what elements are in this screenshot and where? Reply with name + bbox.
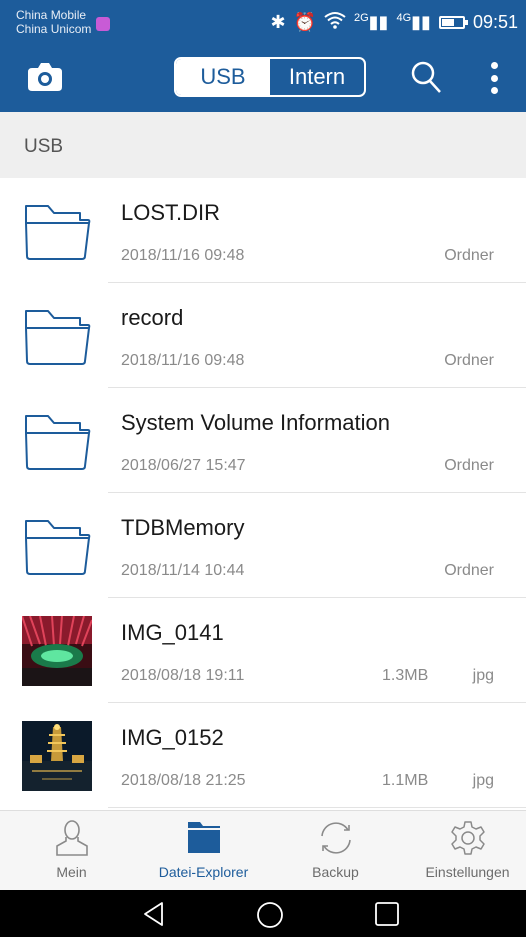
tab-usb[interactable]: USB xyxy=(176,59,270,95)
nav-einstellungen[interactable]: Einstellungen xyxy=(402,811,526,891)
file-name: record xyxy=(121,305,184,330)
alarm-icon: ⏰ xyxy=(293,12,316,32)
list-item[interactable]: IMG_0152 2018/08/18 21:25 1.1MB jpg xyxy=(0,703,526,808)
carrier-2: China Unicom xyxy=(16,22,92,36)
tab-intern[interactable]: Intern xyxy=(270,59,364,95)
current-path[interactable]: USB xyxy=(24,136,63,158)
person-icon xyxy=(55,820,88,856)
file-type: Ordner xyxy=(444,562,494,579)
signal-2g-icon: 2G▮▮ xyxy=(353,12,389,32)
file-name: System Volume Information xyxy=(121,410,391,435)
sim-icon xyxy=(96,17,110,31)
file-size: 1.1MB xyxy=(382,772,429,789)
folder-icon xyxy=(25,415,91,470)
carrier-info: China Mobile China Unicom xyxy=(16,8,91,36)
file-name: IMG_0141 xyxy=(121,620,224,645)
nav-label: Datei-Explorer xyxy=(158,864,249,880)
file-type: jpg xyxy=(472,667,494,684)
search-icon[interactable] xyxy=(410,60,442,94)
carrier-1: China Mobile xyxy=(16,8,87,22)
recents-icon[interactable] xyxy=(374,901,400,927)
clock: 09:51 xyxy=(472,12,518,32)
nav-backup[interactable]: Backup xyxy=(270,811,401,891)
list-item[interactable]: LOST.DIR 2018/11/16 09:48 Ordner xyxy=(0,178,526,283)
file-name: LOST.DIR xyxy=(121,200,221,225)
image-thumbnail xyxy=(22,616,92,686)
folder-icon xyxy=(187,822,220,853)
file-name: IMG_0152 xyxy=(121,725,224,750)
home-icon[interactable] xyxy=(256,901,284,929)
path-bar: USB xyxy=(0,112,526,178)
wifi-icon xyxy=(324,11,346,34)
nav-mein[interactable]: Mein xyxy=(6,811,137,891)
image-thumbnail xyxy=(22,721,92,791)
back-icon[interactable] xyxy=(141,901,167,927)
file-date: 2018/11/14 10:44 xyxy=(121,562,245,579)
folder-icon xyxy=(25,520,91,575)
battery-icon xyxy=(438,16,468,29)
folder-icon xyxy=(25,205,91,260)
nav-datei-explorer[interactable]: Datei-Explorer xyxy=(138,811,269,891)
status-bar: China Mobile China Unicom ✱ ⏰ 2G▮▮ 4G▮▮ … xyxy=(0,0,526,46)
file-date: 2018/11/16 09:48 xyxy=(121,247,245,264)
file-type: Ordner xyxy=(444,352,494,369)
signal-4g-icon: 4G▮▮ xyxy=(396,12,431,32)
nav-label: Einstellungen xyxy=(425,864,510,880)
gear-icon xyxy=(450,821,485,855)
folder-icon xyxy=(25,310,91,365)
app-bar: USB Intern xyxy=(0,46,526,112)
file-date: 2018/08/18 21:25 xyxy=(121,772,246,789)
list-item[interactable]: System Volume Information 2018/06/27 15:… xyxy=(0,388,526,493)
sync-icon xyxy=(320,822,351,854)
file-date: 2018/11/16 09:48 xyxy=(121,352,245,369)
bottom-navigation: Mein Datei-Explorer Backup Einstellungen xyxy=(0,810,526,890)
nav-label: Mein xyxy=(56,864,87,880)
more-options-icon[interactable] xyxy=(484,60,504,96)
list-item[interactable]: record 2018/11/16 09:48 Ordner xyxy=(0,283,526,388)
system-navigation-bar xyxy=(0,890,526,937)
network-4g-label: 4G xyxy=(396,12,412,24)
file-name: TDBMemory xyxy=(121,515,245,540)
file-type: jpg xyxy=(472,772,494,789)
file-size: 1.3MB xyxy=(382,667,429,684)
list-item[interactable]: TDBMemory 2018/11/14 10:44 Ordner xyxy=(0,493,526,598)
file-date: 2018/06/27 15:47 xyxy=(121,457,246,474)
status-icons: ✱ ⏰ 2G▮▮ 4G▮▮ 09:51 xyxy=(270,11,518,34)
file-date: 2018/08/18 19:11 xyxy=(121,667,245,684)
file-type: Ordner xyxy=(444,247,494,264)
file-list: LOST.DIR 2018/11/16 09:48 Ordner record … xyxy=(0,178,526,810)
file-type: Ordner xyxy=(444,457,494,474)
bluetooth-icon: ✱ xyxy=(270,12,286,32)
camera-icon[interactable] xyxy=(26,62,64,92)
storage-toggle: USB Intern xyxy=(174,57,366,97)
network-2g-label: 2G xyxy=(353,12,369,24)
nav-label: Backup xyxy=(312,864,359,880)
list-item[interactable]: IMG_0141 2018/08/18 19:11 1.3MB jpg xyxy=(0,598,526,703)
